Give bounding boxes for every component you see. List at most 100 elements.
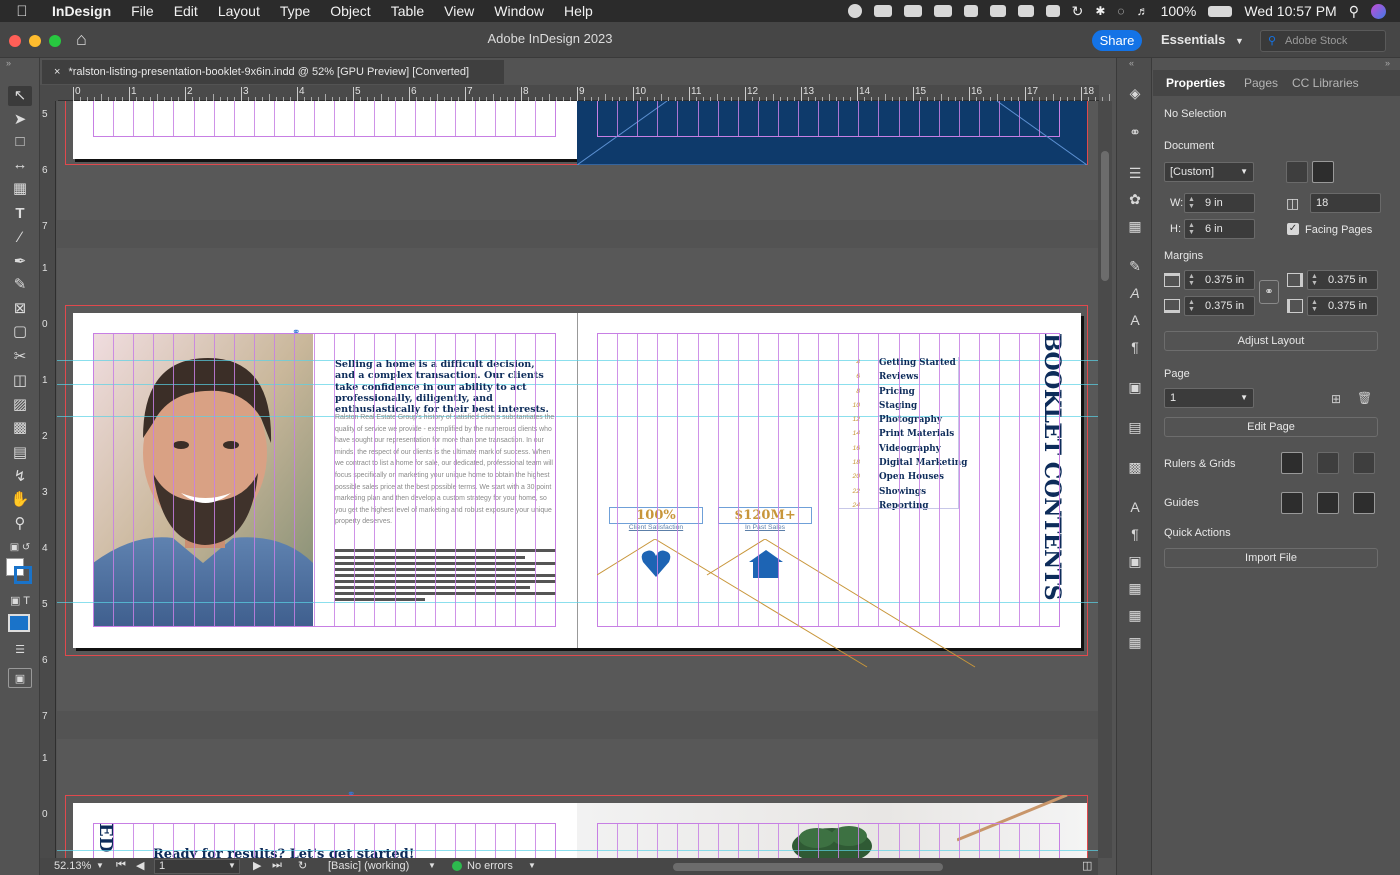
tab-properties[interactable]: Properties — [1166, 76, 1225, 90]
hand-tool-icon[interactable]: ✋ — [8, 490, 32, 510]
ruler-toggle-icon[interactable] — [1281, 452, 1303, 474]
scrollbar-thumb[interactable] — [673, 863, 943, 871]
chevron-down-icon[interactable]: ▼ — [528, 861, 536, 870]
stepper-icon[interactable]: ▲ ▼ — [1188, 222, 1198, 236]
landscape-orientation-icon[interactable] — [1312, 161, 1334, 183]
stepper-icon[interactable]: ▲ ▼ — [1188, 196, 1198, 210]
note-tool-icon[interactable]: ▤ — [8, 443, 32, 463]
stepper-icon[interactable]: ▲ ▼ — [1188, 299, 1198, 313]
stat-label-1[interactable]: Client Satisfaction — [609, 524, 703, 531]
object-styles-icon[interactable]: A — [1126, 499, 1144, 515]
cloud-icon[interactable] — [933, 5, 952, 17]
time-machine-icon[interactable]: ↻ — [1072, 3, 1084, 20]
margin-outside-field[interactable]: ▲ ▼ 0.375 in — [1307, 296, 1378, 316]
intro-headline[interactable]: Selling a home is a difficult decision, … — [335, 359, 556, 415]
facing-pages-checkbox[interactable]: ✓ — [1287, 223, 1299, 235]
scissors-tool-icon[interactable]: ✂ — [8, 347, 32, 367]
creative-cloud-icon[interactable] — [847, 4, 862, 18]
menu-layout[interactable]: Layout — [208, 3, 270, 19]
first-page-icon[interactable]: ⏮ — [116, 859, 126, 872]
gap-tool-icon[interactable]: ↔ — [8, 155, 32, 175]
color-icon[interactable]: ✿ — [1126, 191, 1144, 207]
stroke-icon[interactable]: ☰ — [1126, 165, 1144, 181]
document-preset-select[interactable]: [Custom] ▼ — [1164, 162, 1254, 182]
screen-mode-icon[interactable]: ☰ — [8, 640, 32, 660]
chevron-down-icon[interactable]: ▼ — [228, 861, 236, 870]
adjust-layout-button[interactable]: Adjust Layout — [1164, 331, 1378, 351]
stepper-icon[interactable]: ▲ ▼ — [1311, 299, 1321, 313]
gradient-tool-icon[interactable]: ▨ — [8, 395, 32, 415]
menu-edit[interactable]: Edit — [164, 3, 208, 19]
edit-page-button[interactable]: Edit Page — [1164, 417, 1378, 437]
workspace-switcher[interactable]: Essentials ▼ — [1161, 32, 1244, 47]
portrait-orientation-icon[interactable] — [1286, 161, 1308, 183]
menu-type[interactable]: Type — [270, 3, 320, 19]
cloud-icon[interactable] — [873, 5, 892, 17]
paragraph-style-icon[interactable]: ¶ — [1126, 526, 1144, 542]
last-page-icon[interactable]: ⏭ — [272, 859, 282, 872]
link-margins-icon[interactable]: ⚭ — [1259, 280, 1279, 304]
tab-pages[interactable]: Pages — [1244, 76, 1278, 90]
panel-collapse-icon[interactable]: » — [6, 58, 11, 68]
page-select[interactable]: 1 ▼ — [1164, 388, 1254, 408]
scrollbar-thumb[interactable] — [1101, 151, 1109, 281]
paragraph-styles-icon[interactable]: A — [1126, 312, 1144, 328]
margin-inside-field[interactable]: ▲ ▼ 0.375 in — [1307, 270, 1378, 290]
menu-help[interactable]: Help — [554, 3, 603, 19]
layers-icon[interactable]: ◈ — [1126, 85, 1144, 101]
menu-extra-icon[interactable] — [1045, 5, 1060, 17]
free-transform-tool-icon[interactable]: ◫ — [8, 371, 32, 391]
panel-collapse-icon[interactable]: » — [1385, 58, 1390, 68]
volume-icon[interactable]: ♬ — [1137, 4, 1149, 18]
table-styles-icon[interactable]: ▦ — [1126, 607, 1144, 623]
close-icon[interactable]: × — [54, 66, 60, 78]
next-page-icon[interactable]: ▶ — [253, 859, 261, 872]
facing-pages-label[interactable]: Facing Pages — [1305, 224, 1372, 236]
margin-bottom-field[interactable]: ▲ ▼ 0.375 in — [1184, 296, 1255, 316]
battery-icon[interactable] — [1208, 5, 1233, 17]
menu-file[interactable]: File — [121, 3, 164, 19]
document-grid-icon[interactable] — [1353, 452, 1375, 474]
swatches-icon[interactable]: ▦ — [1126, 218, 1144, 234]
link-icon[interactable]: ⚭ — [347, 789, 355, 800]
stat-value-1[interactable]: 100% — [609, 507, 703, 524]
previous-page-icon[interactable]: ◀ — [136, 859, 144, 872]
menu-view[interactable]: View — [434, 3, 484, 19]
links-icon[interactable]: ⚭ — [1126, 124, 1144, 140]
clock[interactable]: Wed 10:57 PM — [1244, 3, 1336, 19]
lock-guides-icon[interactable] — [1317, 492, 1339, 514]
menu-extra-icon[interactable] — [1017, 5, 1034, 17]
bluetooth-icon[interactable]: ✱ — [1095, 4, 1105, 18]
pasteboard[interactable]: ⚭ Selling a home is a difficult decision… — [57, 101, 1098, 858]
ruler-origin[interactable] — [40, 85, 58, 101]
horizontal-ruler[interactable]: 0 1 2 3 4 5 6 7 8 9 10 11 12 13 14 15 16 17 18 — [58, 85, 1131, 101]
pathfinder-icon[interactable]: ▣ — [1126, 379, 1144, 395]
zoom-level[interactable]: 52.13% — [54, 860, 91, 872]
rectangle-tool-icon[interactable]: ▢ — [8, 322, 32, 342]
cloud-icon[interactable] — [903, 5, 922, 17]
menu-table[interactable]: Table — [381, 3, 434, 19]
eyedropper-tool-icon[interactable]: ↯ — [8, 467, 32, 487]
margin-top-field[interactable]: ▲ ▼ 0.375 in — [1184, 270, 1255, 290]
menu-window[interactable]: Window — [484, 3, 554, 19]
page-tool-icon[interactable]: □ — [8, 132, 32, 152]
width-field[interactable]: ▲ ▼ 9 in — [1184, 193, 1255, 213]
stepper-icon[interactable]: ▲ ▼ — [1188, 273, 1198, 287]
formatting-affects-container-icon[interactable]: ▣ T — [8, 591, 32, 611]
import-file-button[interactable]: Import File — [1164, 548, 1378, 568]
selection-tool-icon[interactable]: ↖ — [8, 86, 32, 106]
text-wrap-icon[interactable]: ▩ — [1126, 459, 1144, 475]
gradient-feather-tool-icon[interactable]: ▩ — [8, 418, 32, 438]
wifi-icon[interactable]: ◌ — [1117, 4, 1124, 18]
default-colors-icon[interactable]: ▣ ↺ — [8, 538, 32, 558]
pages-count-field[interactable]: 18 — [1310, 193, 1381, 213]
document-tab[interactable]: × *ralston-listing-presentation-booklet-9… — [42, 60, 504, 84]
apple-icon[interactable]:  — [0, 3, 44, 20]
direct-selection-tool-icon[interactable]: ➤ — [8, 110, 32, 130]
delete-page-icon[interactable]: 🗑 — [1357, 391, 1372, 405]
horizontal-scrollbar[interactable] — [545, 859, 1080, 874]
content-collector-icon[interactable]: ▦ — [8, 179, 32, 199]
vertical-scrollbar[interactable] — [1098, 101, 1112, 858]
paragraph-icon[interactable]: ¶ — [1126, 339, 1144, 355]
character-icon[interactable]: A — [1126, 285, 1144, 301]
